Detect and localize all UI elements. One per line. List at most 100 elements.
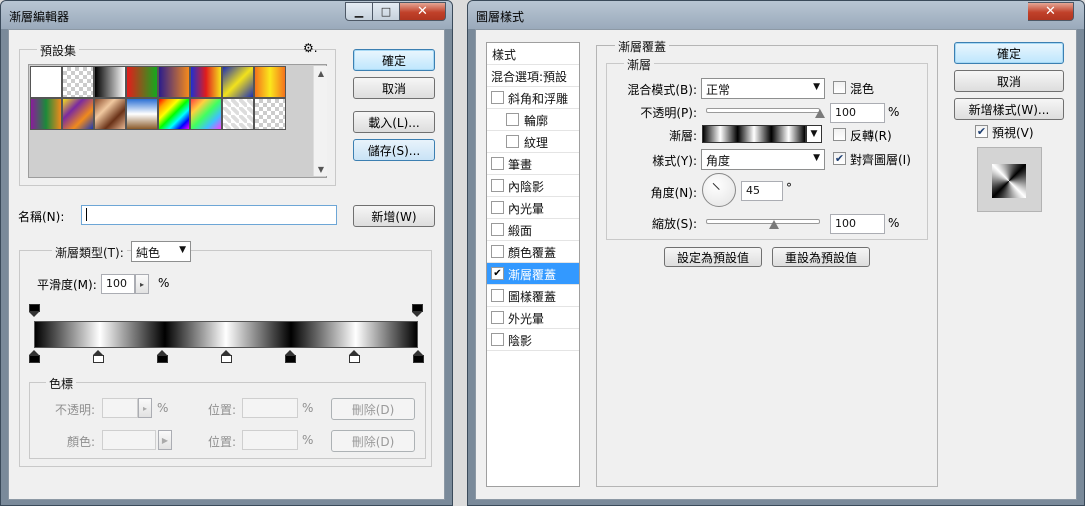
stop-color-swatch[interactable] bbox=[102, 430, 156, 450]
opacity-input[interactable]: 100 bbox=[830, 103, 885, 123]
layer-style-ok-button[interactable]: 確定 bbox=[954, 42, 1064, 64]
preset-swatch-chrome[interactable] bbox=[126, 98, 158, 130]
maximize-icon[interactable]: □ bbox=[373, 2, 400, 21]
reset-default-button[interactable]: 重設為預設值 bbox=[772, 247, 870, 267]
stop-color-arrow-icon[interactable]: ▶ bbox=[158, 430, 172, 450]
style-item-checkbox[interactable] bbox=[491, 179, 504, 192]
angle-dial[interactable] bbox=[702, 173, 736, 207]
presets-scrollbar[interactable]: ▲ ▼ bbox=[313, 66, 327, 176]
blend-mode-select[interactable]: 正常 ▼ bbox=[701, 78, 825, 99]
smoothness-input[interactable]: 100 bbox=[101, 274, 135, 294]
style-item[interactable]: 緞面 bbox=[487, 219, 579, 241]
color-stop[interactable] bbox=[29, 350, 40, 363]
preset-swatch-blue-red-yellow[interactable] bbox=[190, 66, 222, 98]
scale-slider-track[interactable] bbox=[706, 219, 820, 224]
style-item[interactable]: 輪廓 bbox=[487, 109, 579, 131]
preset-swatch-spectrum[interactable] bbox=[158, 98, 190, 130]
gradient-editor-titlebar[interactable]: 漸層編輯器 ▁ □ ✕ bbox=[1, 1, 452, 29]
dither-checkbox[interactable] bbox=[833, 81, 846, 94]
style-item-checkbox[interactable] bbox=[491, 311, 504, 324]
close-icon[interactable]: ✕ bbox=[1028, 2, 1074, 21]
opacity-stop-left[interactable] bbox=[29, 304, 40, 317]
color-stop[interactable] bbox=[413, 350, 424, 363]
preset-swatch-blue-yellow-blue[interactable] bbox=[222, 66, 254, 98]
angle-input[interactable]: 45 bbox=[741, 181, 783, 201]
color-stop[interactable] bbox=[157, 350, 168, 363]
style-item[interactable]: ✔ 漸層覆蓋 bbox=[487, 263, 579, 285]
style-item-checkbox[interactable] bbox=[491, 289, 504, 302]
ok-button[interactable]: 確定 bbox=[353, 49, 435, 71]
scroll-up-icon[interactable]: ▲ bbox=[314, 66, 328, 80]
preset-swatch-orange-yellow-orange[interactable] bbox=[254, 66, 286, 98]
scale-slider-thumb[interactable] bbox=[769, 220, 780, 229]
preset-swatch-transparent-rainbow[interactable] bbox=[190, 98, 222, 130]
style-item-checkbox[interactable] bbox=[491, 157, 504, 170]
layer-style-titlebar[interactable]: 圖層樣式 ✕ bbox=[468, 1, 1084, 29]
scroll-down-icon[interactable]: ▼ bbox=[314, 162, 328, 176]
preset-swatch-fg-bg[interactable] bbox=[30, 66, 62, 98]
opacity-slider-thumb[interactable] bbox=[815, 109, 825, 118]
opacity-stop-right[interactable] bbox=[412, 304, 423, 317]
style-item-checkbox[interactable] bbox=[491, 245, 504, 258]
new-style-button[interactable]: 新增樣式(W)... bbox=[954, 98, 1064, 120]
close-icon[interactable]: ✕ bbox=[400, 2, 446, 21]
layer-style-cancel-button[interactable]: 取消 bbox=[954, 70, 1064, 92]
gradient-preview-bar[interactable] bbox=[34, 321, 418, 348]
style-item-checkbox[interactable]: ✔ bbox=[491, 267, 504, 280]
color-stop[interactable] bbox=[93, 350, 104, 363]
stop-opacity-input[interactable] bbox=[102, 398, 138, 418]
new-button[interactable]: 新增(W) bbox=[353, 205, 435, 227]
preview-checkbox[interactable]: ✔ bbox=[975, 125, 988, 138]
preset-swatch-fg-transparent[interactable] bbox=[62, 66, 94, 98]
presets-gear-icon[interactable]: ⚙. bbox=[303, 41, 318, 55]
minimize-icon[interactable]: ▁ bbox=[345, 2, 373, 21]
delete-color-stop-button[interactable]: 刪除(D) bbox=[331, 430, 415, 452]
style-item[interactable]: 內陰影 bbox=[487, 175, 579, 197]
preset-swatch-copper[interactable] bbox=[94, 98, 126, 130]
style-item[interactable]: 內光暈 bbox=[487, 197, 579, 219]
set-default-button[interactable]: 設定為預設值 bbox=[664, 247, 762, 267]
preset-swatch-violet-orange[interactable] bbox=[158, 66, 190, 98]
color-stop[interactable] bbox=[221, 350, 232, 363]
scale-input[interactable]: 100 bbox=[830, 214, 885, 234]
style-item-checkbox[interactable] bbox=[491, 223, 504, 236]
align-with-layer-checkbox[interactable]: ✔ bbox=[833, 152, 846, 165]
smoothness-stepper-icon[interactable]: ▸ bbox=[135, 274, 149, 294]
stop-color-location-input[interactable] bbox=[242, 430, 298, 450]
stop-opacity-stepper-icon[interactable]: ▸ bbox=[138, 398, 152, 418]
preset-swatch-black-white[interactable] bbox=[94, 66, 126, 98]
preset-swatch-yellow-violet-orange-blue[interactable] bbox=[62, 98, 94, 130]
load-button[interactable]: 載入(L)... bbox=[353, 111, 435, 133]
style-item[interactable]: 外光暈 bbox=[487, 307, 579, 329]
color-stop[interactable] bbox=[285, 350, 296, 363]
style-item-checkbox[interactable] bbox=[506, 135, 519, 148]
stop-opacity-location-input[interactable] bbox=[242, 398, 298, 418]
style-item[interactable]: 顏色覆蓋 bbox=[487, 241, 579, 263]
reverse-checkbox[interactable] bbox=[833, 128, 846, 141]
style-item-checkbox[interactable] bbox=[491, 201, 504, 214]
color-stop[interactable] bbox=[349, 350, 360, 363]
style-select[interactable]: 角度 ▼ bbox=[701, 149, 825, 170]
style-item[interactable]: 紋理 bbox=[487, 131, 579, 153]
cancel-button[interactable]: 取消 bbox=[353, 77, 435, 99]
style-item[interactable]: 筆畫 bbox=[487, 153, 579, 175]
name-input[interactable] bbox=[81, 205, 337, 225]
save-button[interactable]: 儲存(S)... bbox=[353, 139, 435, 161]
preset-swatch-violet-green-orange[interactable] bbox=[30, 98, 62, 130]
style-item-checkbox[interactable] bbox=[506, 113, 519, 126]
style-item[interactable]: 陰影 bbox=[487, 329, 579, 351]
styles-header[interactable]: 樣式 bbox=[487, 43, 579, 65]
blending-options-item[interactable]: 混合選項:預設 bbox=[487, 65, 579, 87]
style-item-checkbox[interactable] bbox=[491, 333, 504, 346]
preset-swatch-red-green[interactable] bbox=[126, 66, 158, 98]
gradient-type-select[interactable]: 純色 ▼ bbox=[131, 241, 191, 262]
preset-swatch-neutral-density[interactable] bbox=[254, 98, 286, 130]
delete-opacity-stop-button[interactable]: 刪除(D) bbox=[331, 398, 415, 420]
style-item-checkbox[interactable] bbox=[491, 91, 504, 104]
gradient-picker-dropdown-icon[interactable]: ▼ bbox=[806, 125, 822, 143]
preset-swatch-transparent-stripes[interactable] bbox=[222, 98, 254, 130]
style-item[interactable]: 圖樣覆蓋 bbox=[487, 285, 579, 307]
gradient-picker[interactable] bbox=[702, 125, 806, 143]
style-item[interactable]: 斜角和浮雕 bbox=[487, 87, 579, 109]
opacity-slider-track[interactable] bbox=[706, 108, 820, 113]
